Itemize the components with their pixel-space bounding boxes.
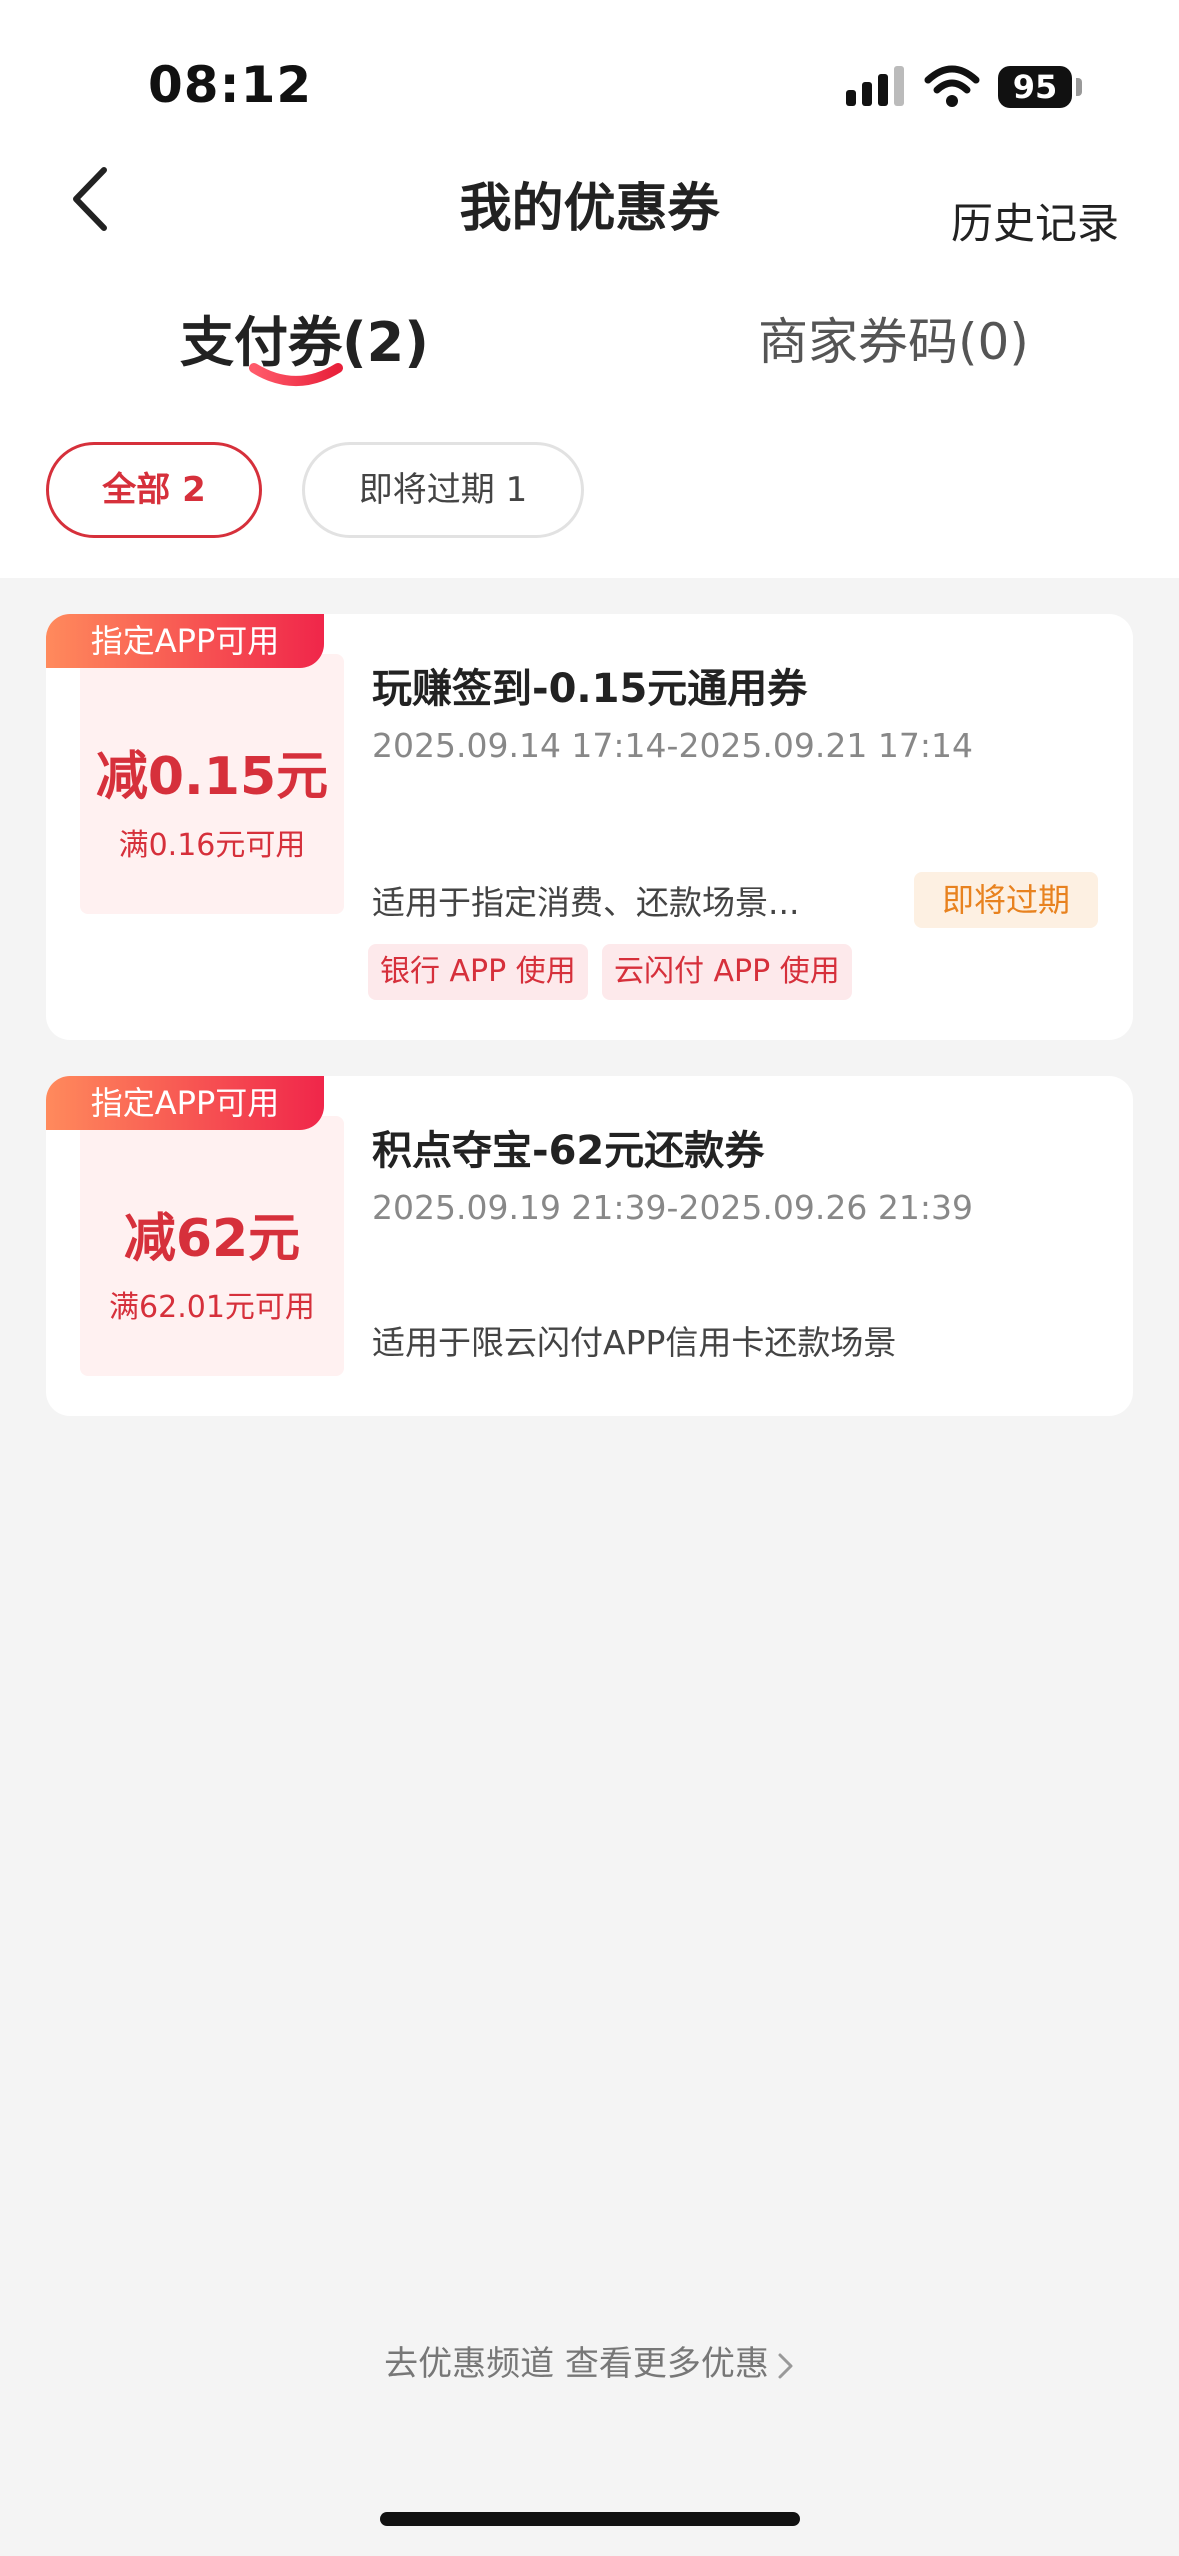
home-indicator[interactable] [380, 2512, 800, 2526]
coupon-amount: 减62元 [123, 1209, 301, 1269]
tab-merchant-codes[interactable]: 商家券码(0) [758, 302, 1029, 374]
coupon-card[interactable]: 减62元 满62.01元可用 指定APP可用 积点夺宝-62元还款券 2025.… [46, 1076, 1133, 1416]
coupon-validity-dates: 2025.09.19 21:39-2025.09.26 21:39 [372, 1188, 973, 1227]
cellular-signal-icon [846, 66, 904, 106]
coupon-card[interactable]: 减0.15元 满0.16元可用 指定APP可用 玩赚签到-0.15元通用券 20… [46, 614, 1133, 1040]
top-area: 08:12 95 我的优惠券 历史记录 支付券(2) 商家券码(0) 全部 2 … [0, 0, 1179, 578]
history-link[interactable]: 历史记录 [951, 190, 1119, 251]
coupon-description: 适用于指定消费、还款场景... [372, 883, 800, 922]
coupon-validity-dates: 2025.09.14 17:14-2025.09.21 17:14 [372, 726, 973, 765]
coupon-title: 积点夺宝-62元还款券 [372, 1128, 765, 1174]
usage-tag-bank-app: 银行 APP 使用 [368, 944, 588, 1000]
app-only-badge: 指定APP可用 [46, 614, 324, 668]
coupon-amount: 减0.15元 [95, 747, 329, 807]
battery-tip [1076, 78, 1082, 96]
app-only-badge: 指定APP可用 [46, 1076, 324, 1130]
coupon-amount-panel: 减0.15元 满0.16元可用 [80, 654, 344, 914]
filter-expiring-soon[interactable]: 即将过期 1 [302, 442, 584, 538]
expiring-soon-badge: 即将过期 [914, 872, 1098, 928]
coupon-amount-panel: 减62元 满62.01元可用 [80, 1116, 344, 1376]
chevron-right-icon [778, 2353, 793, 2378]
coupon-description: 适用于限云闪付APP信用卡还款场景 [372, 1323, 897, 1362]
battery-indicator: 95 [998, 66, 1072, 108]
tab-active-indicator [249, 363, 343, 386]
usage-tag-unionpay-app: 云闪付 APP 使用 [602, 944, 852, 1000]
coupon-title: 玩赚签到-0.15元通用券 [372, 666, 808, 712]
coupon-condition: 满0.16元可用 [118, 828, 306, 863]
wifi-icon [924, 65, 980, 107]
status-time: 08:12 [148, 56, 313, 114]
more-offers-label: 去优惠频道 查看更多优惠 [384, 2344, 769, 2384]
coupon-condition: 满62.01元可用 [109, 1290, 315, 1325]
more-offers-link[interactable]: 去优惠频道 查看更多优惠 [0, 2336, 1179, 2385]
filter-all[interactable]: 全部 2 [46, 442, 262, 538]
